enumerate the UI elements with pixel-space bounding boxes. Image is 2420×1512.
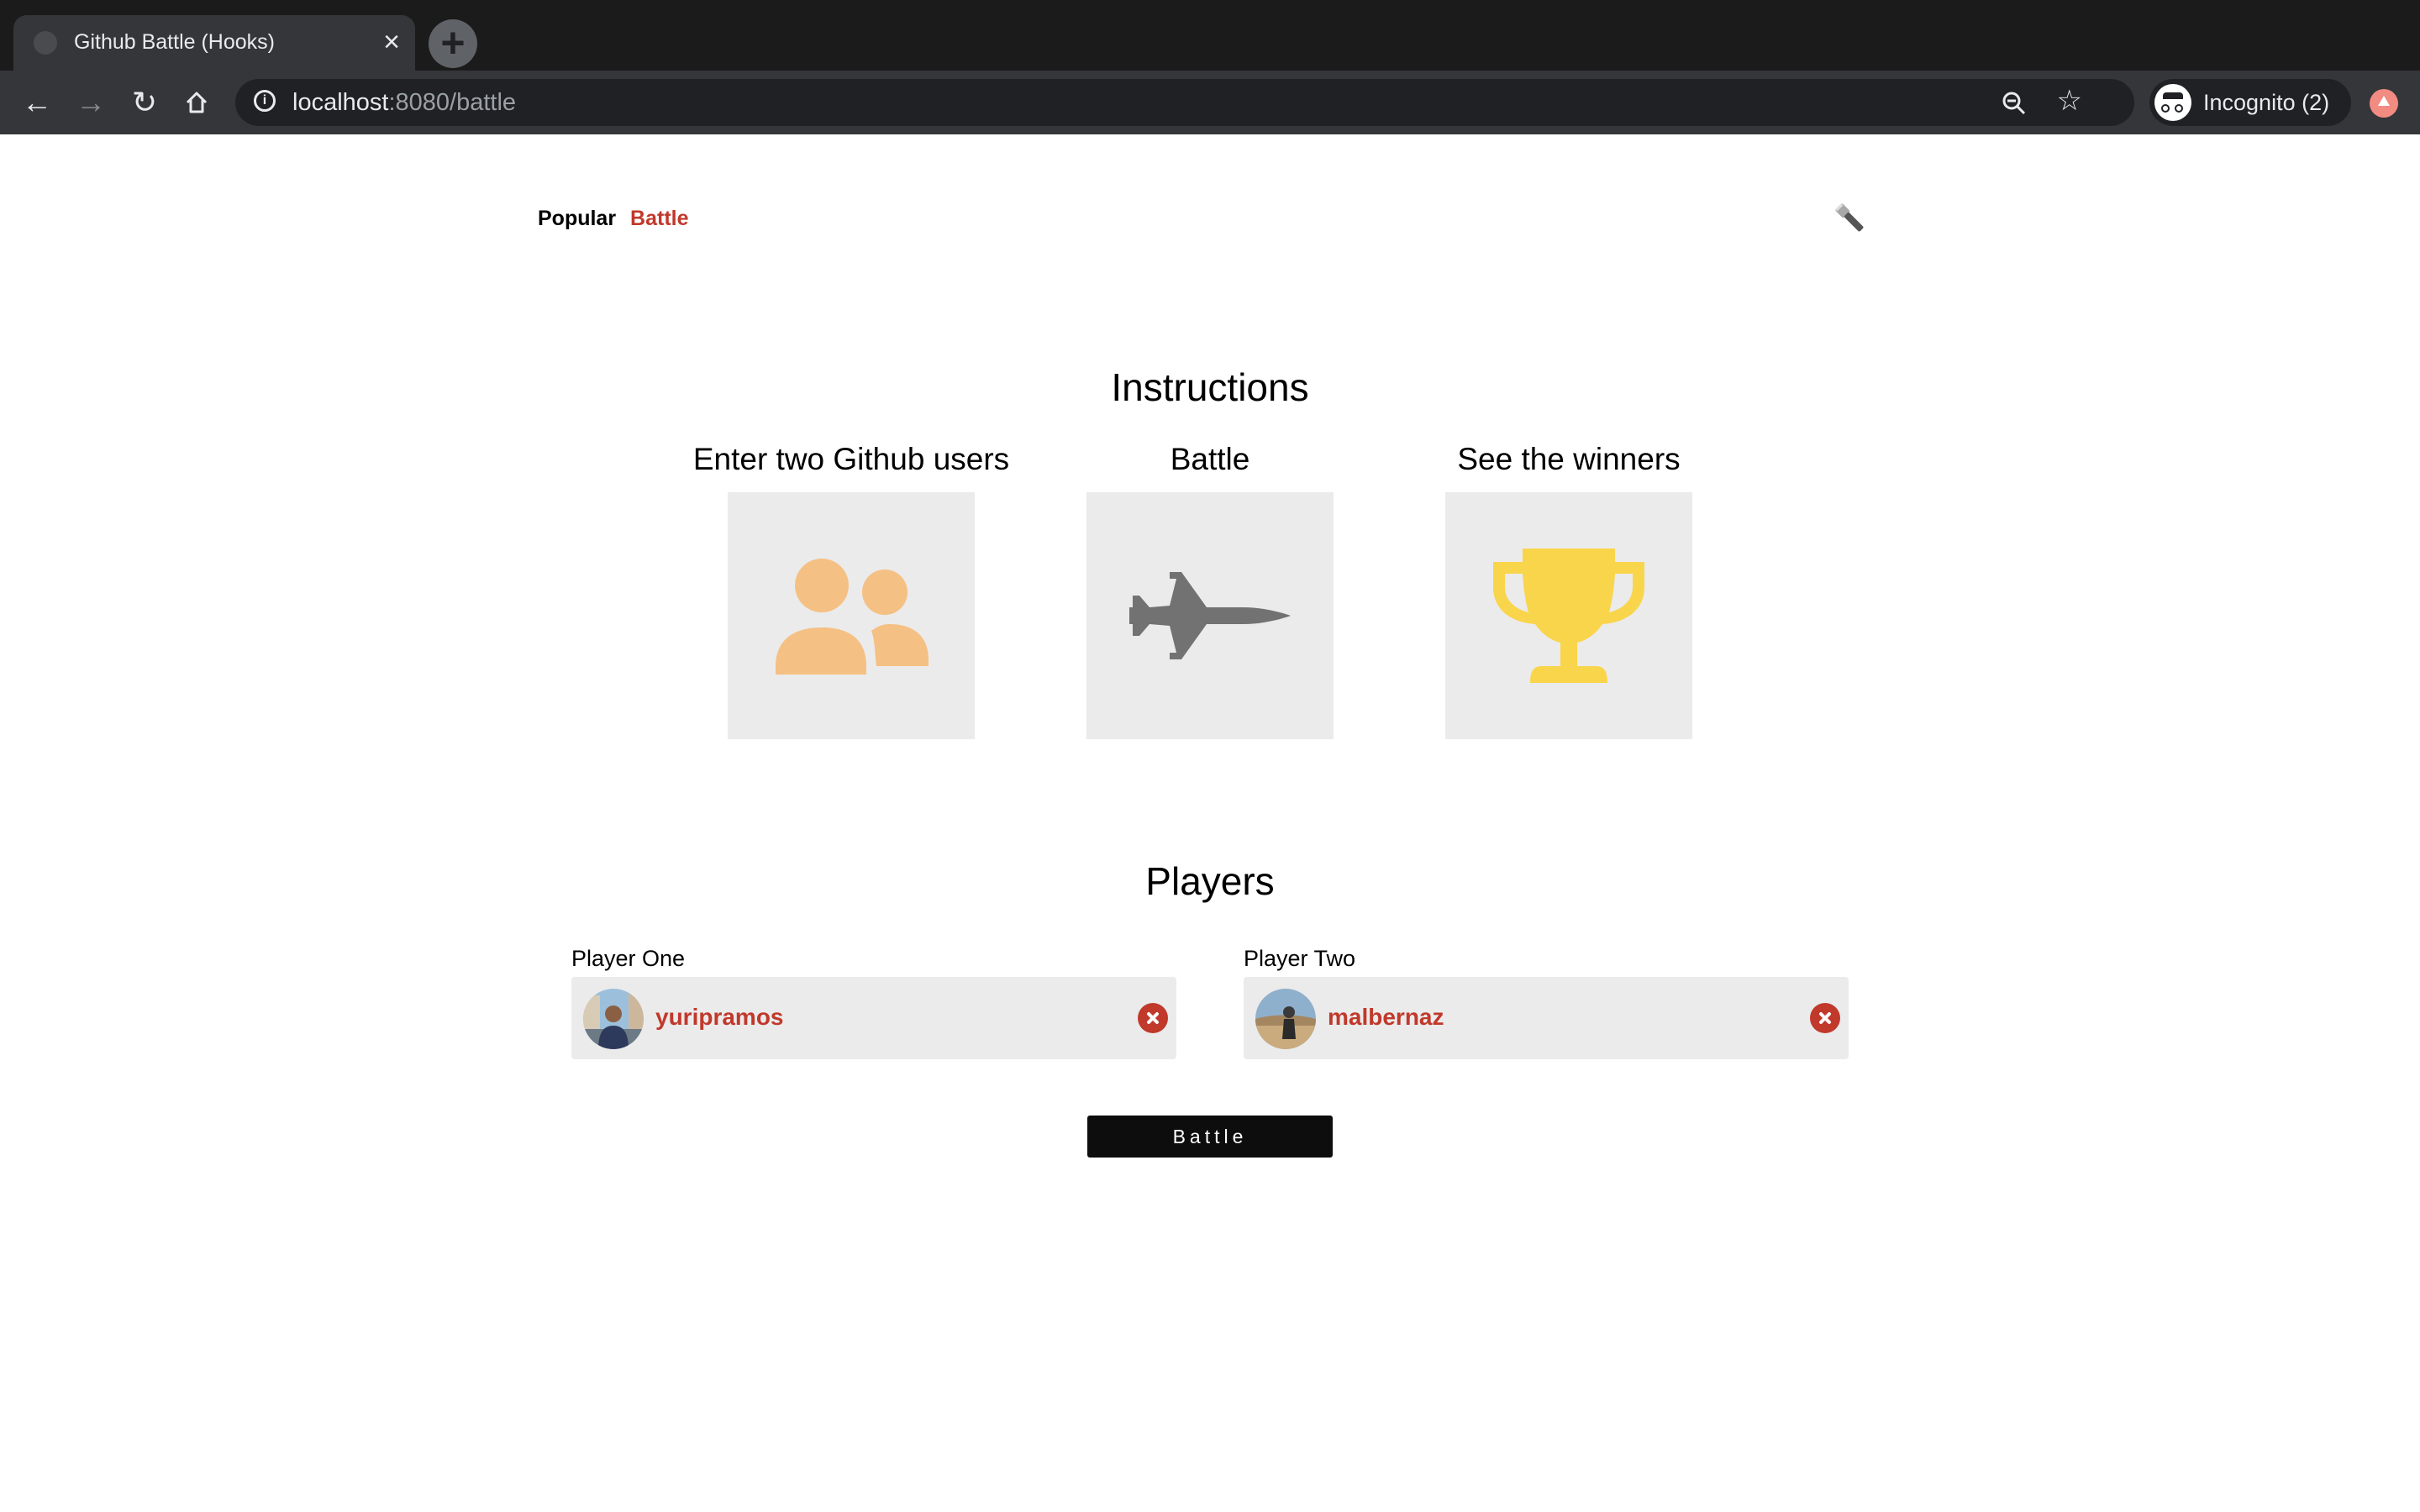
url-path: :8080/battle xyxy=(388,89,517,116)
player-two-username-link[interactable]: malbernaz xyxy=(1328,1004,1444,1031)
update-icon[interactable] xyxy=(2370,89,2398,118)
browser-chrome: Github Battle (Hooks) × + ← → ↻ i localh… xyxy=(0,0,2420,134)
player-one-section: Player One yuripramos xyxy=(571,946,1176,1059)
instruction-step-battle: Battle xyxy=(1034,442,1386,739)
new-tab-button[interactable]: + xyxy=(429,19,477,68)
url-text[interactable]: localhost:8080/battle xyxy=(292,89,516,117)
player-one-preview: yuripramos xyxy=(571,977,1176,1059)
reload-icon[interactable]: ↻ xyxy=(124,82,165,123)
player-one-avatar xyxy=(583,989,644,1049)
instruction-step-enter-users: Enter two Github users xyxy=(675,442,1028,739)
step-label: Enter two Github users xyxy=(692,442,1010,476)
player-two-section: Player Two malbernaz xyxy=(1244,946,1849,1059)
app-page: Popular Battle Instructions Enter two Gi… xyxy=(0,134,2420,1512)
plus-icon: + xyxy=(440,19,466,66)
battle-button[interactable]: Battle xyxy=(1087,1116,1333,1158)
step-label: See the winners xyxy=(1457,442,1681,476)
player-two-remove-button[interactable] xyxy=(1810,1003,1840,1033)
address-bar[interactable]: i localhost:8080/battle ☆ xyxy=(235,79,2134,126)
tab-strip: Github Battle (Hooks) × + xyxy=(0,0,2420,71)
main-nav: Popular Battle xyxy=(538,207,697,231)
player-two-avatar xyxy=(1255,989,1316,1049)
forward-arrow-icon[interactable]: → xyxy=(71,82,111,123)
browser-tab[interactable]: Github Battle (Hooks) × xyxy=(13,15,415,71)
players-title: Players xyxy=(1145,859,1275,903)
step-card xyxy=(728,492,975,739)
instruction-step-winners: See the winners xyxy=(1392,442,1745,739)
incognito-profile-button[interactable]: Incognito (2) xyxy=(2149,79,2351,126)
nav-link-battle[interactable]: Battle xyxy=(630,207,688,230)
url-host: localhost xyxy=(292,89,389,116)
tab-favicon-icon xyxy=(34,31,57,55)
step-label: Battle xyxy=(1170,442,1250,476)
users-icon xyxy=(776,559,929,675)
incognito-label: Incognito (2) xyxy=(2203,90,2330,115)
player-one-username-link[interactable]: yuripramos xyxy=(655,1004,784,1031)
tab-title: Github Battle (Hooks) xyxy=(74,30,275,54)
incognito-icon xyxy=(2154,84,2191,121)
close-icon[interactable]: × xyxy=(383,27,400,57)
back-arrow-icon[interactable]: ← xyxy=(17,82,57,123)
instructions-title: Instructions xyxy=(1111,365,1309,409)
player-one-label: Player One xyxy=(571,946,686,971)
trophy-icon xyxy=(1493,549,1644,683)
site-info-icon[interactable]: i xyxy=(254,90,276,112)
player-two-preview: malbernaz xyxy=(1244,977,1849,1059)
flashlight-icon[interactable] xyxy=(1830,198,1870,239)
zoom-icon[interactable] xyxy=(2002,86,2027,126)
home-icon[interactable] xyxy=(176,82,217,123)
step-card xyxy=(1086,492,1334,739)
nav-link-popular[interactable]: Popular xyxy=(538,207,616,230)
fighter-jet-icon xyxy=(1129,572,1291,659)
step-card xyxy=(1445,492,1692,739)
player-one-remove-button[interactable] xyxy=(1138,1003,1168,1033)
browser-toolbar: ← → ↻ i localhost:8080/battle ☆ Incognit… xyxy=(0,71,2420,134)
player-two-label: Player Two xyxy=(1244,946,1356,971)
bookmark-star-icon[interactable]: ☆ xyxy=(2057,84,2082,118)
